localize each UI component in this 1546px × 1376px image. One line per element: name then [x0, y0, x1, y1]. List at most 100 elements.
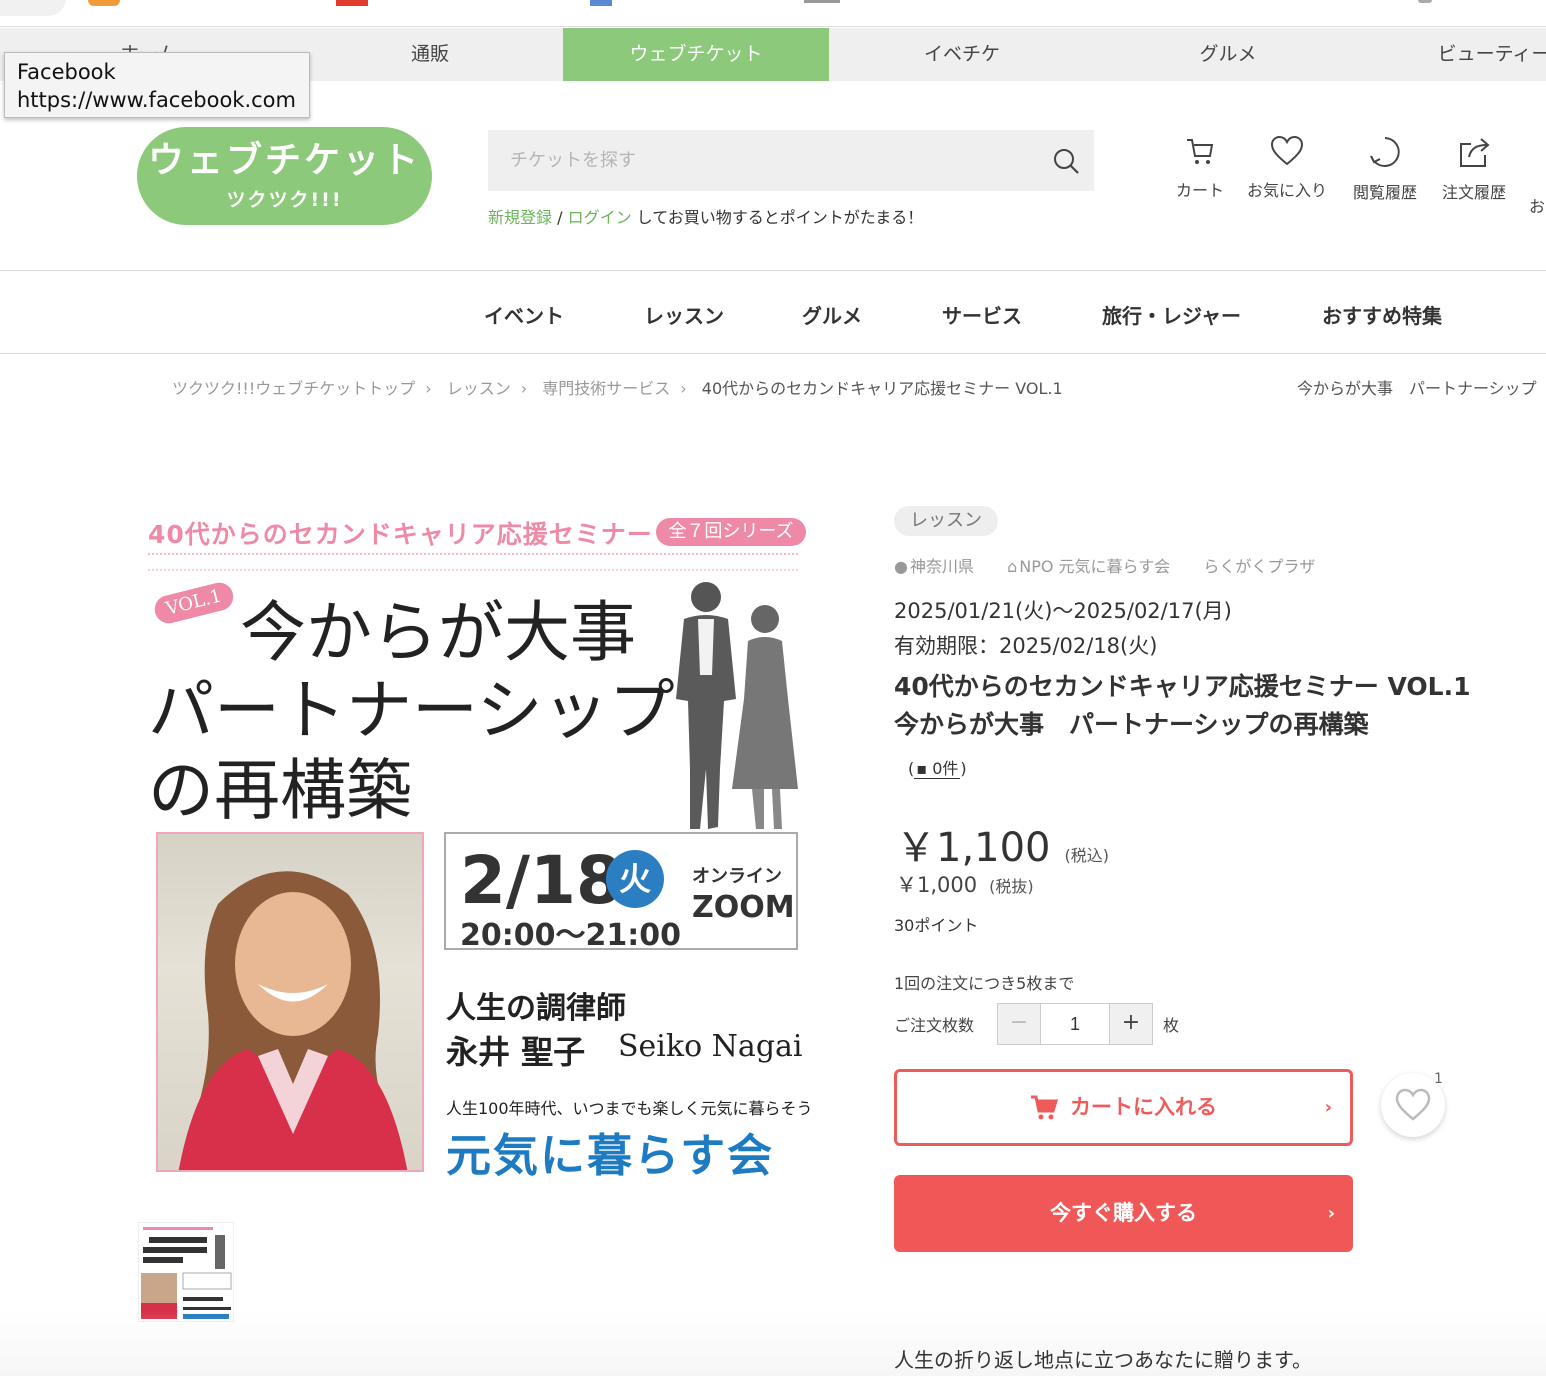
cart-icon — [1031, 1095, 1058, 1120]
reward-points: 30ポイント — [894, 916, 979, 935]
map-pin-icon: ● — [894, 557, 908, 576]
bookmark-icon[interactable] — [804, 0, 840, 3]
breadcrumb-lesson[interactable]: レッスン — [447, 379, 511, 398]
couple-illustration — [676, 582, 798, 829]
flyer-date: 2/18 — [460, 842, 622, 919]
add-to-cart-button[interactable]: カートに入れる › — [894, 1069, 1353, 1146]
genre-nav-gourmet[interactable]: グルメ — [802, 300, 862, 329]
header-more-label: お — [1529, 197, 1546, 216]
bookmarks-bar — [0, 0, 1546, 27]
header-favorites-button[interactable]: お気に入り — [1244, 135, 1330, 201]
product-title-line1: 40代からのセカンドキャリア応援セミナー VOL.1 — [894, 672, 1471, 701]
flyer-organizer: 元気に暮らす会 — [446, 1129, 775, 1182]
login-link[interactable]: ログイン — [568, 208, 632, 227]
genre-nav-lesson[interactable]: レッスン — [644, 300, 724, 329]
speaker-portrait — [178, 871, 408, 1170]
nav-divider — [0, 353, 1546, 354]
login-prompt: 新規登録 / ログイン してお買い物するとポイントがたまる！ — [488, 204, 923, 228]
review-count[interactable]: (▪ 0件) — [908, 755, 967, 779]
venue[interactable]: らくがくプラザ — [1203, 557, 1315, 576]
share-icon — [1460, 138, 1490, 167]
breadcrumb-title-continued: 今からが大事 パートナーシップ — [1297, 379, 1537, 398]
product-title: 40代からのセカンドキャリア応援セミナー VOL.1 今からが大事 パートナーシ… — [894, 668, 1494, 744]
bookmark-icon[interactable] — [88, 0, 120, 6]
heart-icon — [1395, 1088, 1431, 1121]
organizer[interactable]: ⌂ NPO 元気に暮らす会 — [1007, 557, 1184, 576]
quantity-label: ご注文枚数 — [894, 1016, 975, 1035]
price-excl-value: ￥1,000 — [896, 873, 978, 897]
topnav-item-beauty[interactable]: ビューティー — [1361, 28, 1546, 81]
flyer-headline-3: の再構築 — [148, 752, 412, 829]
comment-icon: ▪ — [916, 759, 928, 778]
topnav-item-webticket[interactable]: ウェブチケット — [563, 28, 829, 81]
flyer-speaker-name: 永井 聖子 — [446, 1033, 586, 1071]
thumbnail-image — [139, 1223, 233, 1321]
browser-tab[interactable] — [0, 0, 66, 16]
topnav-item-shop[interactable]: 通販 — [297, 28, 563, 81]
location-info: ● 神奈川県 ⌂ NPO 元気に暮らす会 らくがくプラザ — [894, 553, 1329, 577]
quantity-decrement-button[interactable]: − — [998, 1004, 1040, 1044]
header-cart-button[interactable]: カート — [1172, 135, 1228, 201]
sale-period: 2025/01/21(火)〜2025/02/17(月) — [894, 599, 1232, 623]
search-input[interactable] — [488, 130, 1048, 191]
bookmark-icon[interactable] — [336, 0, 368, 6]
site-logo[interactable]: ウェブチケット ツクツク!!! — [137, 127, 432, 225]
home-icon: ⌂ — [1007, 557, 1018, 576]
flyer-online-label: オンライン — [692, 866, 782, 887]
header-more-button[interactable]: お — [1529, 193, 1546, 217]
price-incl-tax: ￥1,100 (税込) — [896, 815, 1109, 873]
header-cart-label: カート — [1175, 181, 1224, 200]
register-link[interactable]: 新規登録 — [488, 208, 552, 227]
logo-line2: ツクツク!!! — [226, 189, 343, 211]
quantity-unit: 枚 — [1163, 1016, 1180, 1035]
price-excl-note: (税抜) — [989, 877, 1034, 896]
breadcrumb: ツクツク!!!ウェブチケットトップ › レッスン › 専門技術サービス › 40代から… — [172, 375, 1069, 399]
chevron-right-icon: › — [1324, 1097, 1332, 1118]
topnav-item-gourmet[interactable]: グルメ — [1095, 28, 1361, 81]
tooltip-title: Facebook — [17, 60, 116, 84]
flyer-day-of-week: 火 — [606, 850, 664, 908]
product-thumbnail[interactable] — [138, 1222, 234, 1322]
header-history-button[interactable]: 閲覧履歴 — [1350, 135, 1420, 203]
breadcrumb-chevron-icon: › — [680, 379, 687, 398]
review-count-label: 0件 — [932, 759, 959, 778]
quantity-input[interactable] — [1040, 1004, 1110, 1044]
login-separator: / — [552, 208, 568, 227]
prefecture[interactable]: ● 神奈川県 — [894, 557, 988, 576]
quantity-stepper: − + — [997, 1003, 1153, 1045]
breadcrumb-chevron-icon: › — [520, 379, 528, 398]
tooltip-url: https://www.facebook.com — [17, 88, 296, 112]
header-orders-label: 注文履歴 — [1441, 183, 1506, 202]
category-tag[interactable]: レッスン — [894, 506, 998, 536]
genre-nav-service[interactable]: サービス — [942, 300, 1022, 329]
header-divider — [0, 270, 1546, 271]
link-tooltip: Facebook https://www.facebook.com — [4, 52, 310, 118]
breadcrumb-top[interactable]: ツクツク!!!ウェブチケットトップ — [172, 379, 415, 398]
prefecture-label: 神奈川県 — [909, 557, 974, 576]
product-description: 人生の折り返し地点に立つあなたに贈ります。 — [894, 1348, 1312, 1372]
page: ホーム 通販 ウェブチケット イベチケ グルメ ビューティー Facebook … — [0, 0, 1546, 1376]
genre-nav-travel[interactable]: 旅行・レジャー — [1102, 300, 1241, 329]
buy-now-button[interactable]: 今すぐ購入する › — [894, 1175, 1353, 1252]
price-incl-value: ￥1,100 — [896, 825, 1051, 871]
breadcrumb-category[interactable]: 専門技術サービス — [542, 379, 670, 398]
search-box — [488, 130, 1094, 191]
bookmark-icon[interactable] — [1418, 0, 1432, 3]
genre-nav-event[interactable]: イベント — [484, 300, 564, 329]
breadcrumb-chevron-icon: › — [425, 379, 432, 398]
search-icon[interactable] — [1052, 147, 1080, 175]
price-incl-note: (税込) — [1064, 846, 1110, 865]
quantity-increment-button[interactable]: + — [1110, 1004, 1152, 1044]
add-to-cart-label: カートに入れる — [1070, 1095, 1217, 1119]
chevron-right-icon: › — [1327, 1203, 1335, 1224]
flyer-vol-badge: VOL.1 — [151, 579, 237, 627]
genre-nav-featured[interactable]: おすすめ特集 — [1322, 300, 1442, 329]
event-dates: 2025/01/21(火)〜2025/02/17(月) 有効期限：2025/02… — [894, 594, 1232, 664]
cart-icon — [1187, 139, 1214, 164]
topnav-item-ivechike[interactable]: イベチケ — [829, 28, 1095, 81]
heart-icon — [1270, 135, 1304, 166]
flyer-speaker-role: 人生の調律師 — [446, 991, 626, 1026]
product-main-image[interactable]: 40代からのセカンドキャリア応援セミナー 全７回シリーズ VOL.1 今からが大… — [140, 505, 818, 1185]
header-orders-button[interactable]: 注文履歴 — [1439, 135, 1509, 203]
bookmark-icon[interactable] — [590, 0, 612, 6]
